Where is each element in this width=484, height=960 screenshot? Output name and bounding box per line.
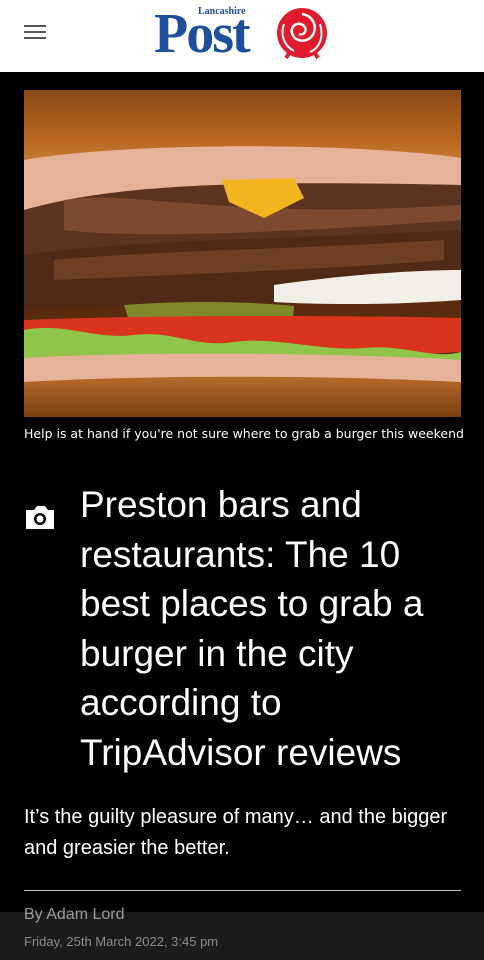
image-caption: Help is at hand if you're not sure where… bbox=[24, 426, 464, 441]
article-headline: Preston bars and restaurants: The 10 bes… bbox=[80, 484, 424, 773]
author-name[interactable]: By Adam Lord bbox=[24, 906, 125, 924]
site-header: Post Lancashire bbox=[0, 0, 484, 72]
logo-subtitle: Lancashire bbox=[198, 6, 246, 17]
article-standfirst: It’s the guilty pleasure of many… and th… bbox=[24, 806, 448, 859]
hero-image[interactable] bbox=[24, 90, 461, 417]
hamburger-menu-icon[interactable] bbox=[24, 25, 46, 41]
divider bbox=[24, 890, 461, 891]
site-logo[interactable]: Post Lancashire bbox=[154, 4, 334, 64]
camera-icon[interactable] bbox=[24, 503, 56, 531]
rose-icon bbox=[277, 8, 327, 60]
burger-photo bbox=[24, 90, 461, 417]
publish-date: Friday, 25th March 2022, 3:45 pm bbox=[24, 934, 219, 949]
